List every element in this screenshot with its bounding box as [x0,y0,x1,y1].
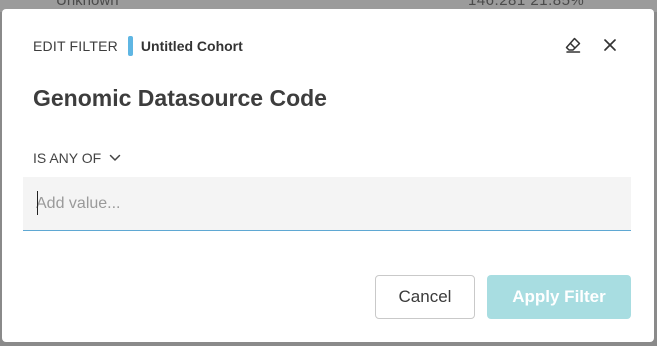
text-caret [37,191,38,215]
cohort-color-bar [127,36,133,56]
modal-header: EDIT FILTER Untitled Cohort [33,35,243,57]
apply-filter-button[interactable]: Apply Filter [487,275,631,319]
background-row-label: Unknown [56,0,119,9]
edit-filter-modal: EDIT FILTER Untitled Cohort Genomic Data… [2,9,654,342]
edit-filter-label: EDIT FILTER [33,38,118,54]
close-button[interactable] [600,35,620,55]
operator-selected-label: IS ANY OF [33,150,102,166]
clear-filter-button[interactable] [563,35,583,55]
filter-title: Genomic Datasource Code [33,85,327,111]
operator-dropdown[interactable]: IS ANY OF [33,148,121,168]
eraser-icon [565,37,581,53]
chevron-down-icon [109,154,121,162]
cohort-name: Untitled Cohort [140,38,243,54]
background-row-values: 146.281 21.85% [468,0,585,9]
add-value-input[interactable] [23,177,631,230]
value-input-container [23,177,631,231]
cancel-button[interactable]: Cancel [375,275,475,319]
close-icon [604,39,616,51]
